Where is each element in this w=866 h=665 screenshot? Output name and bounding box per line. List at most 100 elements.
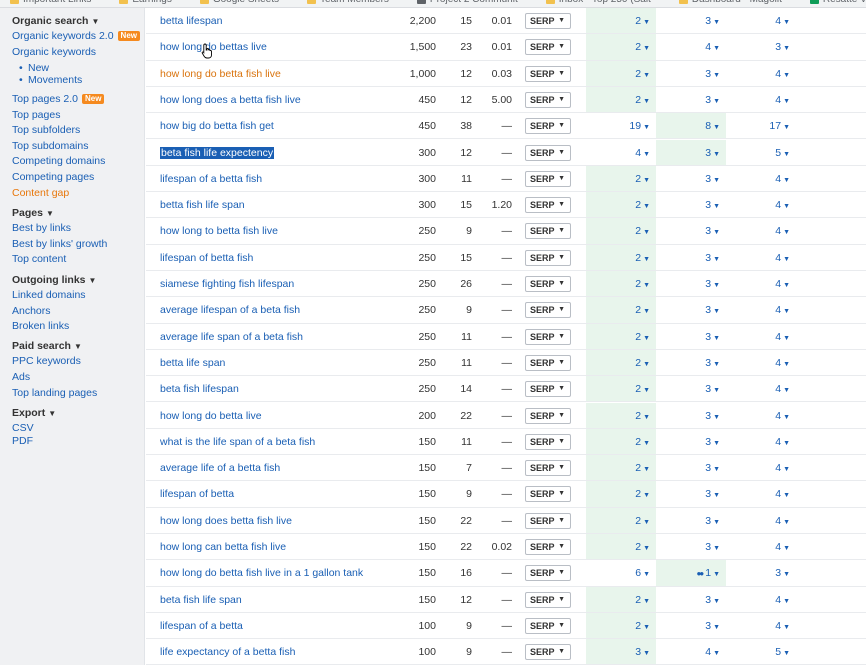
position-p1[interactable]: 2 ▼ [590, 613, 650, 639]
position-p2[interactable]: 3 ▼ [660, 8, 720, 34]
serp-dropdown-button[interactable]: SERP ▼ [525, 91, 571, 108]
bookmark-6[interactable]: Dashboard - Magolit [678, 0, 782, 5]
position-p2[interactable]: 3 ▼ [660, 508, 720, 534]
keyword-link[interactable]: beta fish life expectency [160, 140, 275, 166]
position-p3[interactable]: 4 ▼ [730, 8, 790, 34]
position-p3[interactable]: 4 ▼ [730, 403, 790, 429]
position-p3[interactable]: 4 ▼ [730, 245, 790, 271]
keyword-link[interactable]: lifespan of betta fish [160, 245, 253, 271]
position-p3[interactable]: 4 ▼ [730, 481, 790, 507]
keyword-link[interactable]: beta fish lifespan [160, 376, 239, 402]
bookmark-7[interactable]: Resatte Visa order all [809, 0, 866, 5]
sidebar-item-top-content[interactable]: Top content [12, 253, 66, 266]
position-p3[interactable]: 17 ▼ [730, 113, 790, 139]
position-p3[interactable]: 4 ▼ [730, 166, 790, 192]
serp-dropdown-button[interactable]: SERP ▼ [525, 39, 571, 56]
table-row[interactable]: how long do betta live 200 22 — SERP ▼ 2 ▼ 3 ▼ 4 ▼ [146, 403, 866, 429]
table-row[interactable]: beta fish life span 150 12 — SERP ▼ 2 ▼ 3 ▼ 4 ▼ [146, 587, 866, 613]
serp-dropdown-button[interactable]: SERP ▼ [525, 302, 571, 319]
position-p2[interactable]: 4 ▼ [660, 34, 720, 60]
position-p1[interactable]: 2 ▼ [590, 403, 650, 429]
serp-dropdown-button[interactable]: SERP ▼ [525, 433, 571, 450]
table-row[interactable]: average life of a betta fish 150 7 — SERP ▼ 2 ▼… [146, 455, 866, 482]
position-p3[interactable]: 4 ▼ [730, 508, 790, 534]
table-row[interactable]: how long does a betta fish live 450 12 5.00… [146, 87, 866, 114]
position-p2[interactable]: 3 ▼ [660, 350, 720, 376]
position-p2[interactable]: 3 ▼ [660, 140, 720, 166]
bookmark-5[interactable]: Inbox - Top 250 (Salt [545, 0, 651, 5]
position-p1[interactable]: 3 ▼ [590, 639, 650, 665]
sidebar-item-top-pages-2[interactable]: Top pages 2.0 New [12, 93, 105, 106]
position-p2[interactable]: 3 ▼ [660, 324, 720, 350]
sidebar-item-top-landing-pages[interactable]: Top landing pages [12, 387, 97, 400]
position-p3[interactable]: 4 ▼ [730, 350, 790, 376]
position-p1[interactable]: 2 ▼ [590, 534, 650, 560]
position-p1[interactable]: 2 ▼ [590, 481, 650, 507]
keyword-link[interactable]: lifespan of a betta [160, 613, 243, 639]
keyword-link[interactable]: life expectancy of a betta fish [160, 639, 295, 665]
position-p3[interactable]: 4 ▼ [730, 87, 790, 113]
sidebar-item-ppc-keywords[interactable]: PPC keywords [12, 355, 81, 368]
serp-dropdown-button[interactable]: SERP ▼ [525, 539, 571, 555]
position-p3[interactable]: 4 ▼ [730, 218, 790, 244]
serp-dropdown-button[interactable]: SERP ▼ [525, 223, 571, 240]
keyword-link[interactable]: average lifespan of a beta fish [160, 297, 300, 323]
keyword-link[interactable]: average life of a betta fish [160, 455, 280, 481]
position-p1[interactable]: 2 ▼ [590, 324, 650, 350]
position-p3[interactable]: 5 ▼ [730, 639, 790, 665]
table-row[interactable]: what is the life span of a beta fish 150 1… [146, 429, 866, 456]
sidebar-header-organic-search[interactable]: Organic search ▼ [12, 15, 99, 28]
position-p1[interactable]: 2 ▼ [590, 297, 650, 323]
keyword-link[interactable]: lifespan of betta [160, 481, 234, 507]
position-p2[interactable]: 3 ▼ [660, 192, 720, 218]
keyword-link[interactable]: how long do bettas live [160, 34, 267, 60]
bookmark-3[interactable]: Team Members [307, 0, 389, 5]
position-p1[interactable]: 2 ▼ [590, 429, 650, 455]
sidebar-item-anchors[interactable]: Anchors [12, 305, 51, 318]
position-p3[interactable]: 4 ▼ [730, 271, 790, 297]
bookmark-1[interactable]: Earnings [119, 0, 172, 5]
table-row[interactable]: beta fish lifespan 250 14 — SERP ▼ 2 ▼ 3 ▼ 4 ▼ [146, 376, 866, 403]
position-p2[interactable]: ●● 1 ▼ [660, 560, 720, 586]
table-row[interactable]: beta fish life expectency 300 12 — SERP ▼ 4 ▼ 3 ▼… [146, 140, 866, 166]
sidebar-item-top-pages[interactable]: Top pages [12, 109, 60, 122]
position-p1[interactable]: 2 ▼ [590, 455, 650, 481]
position-p3[interactable]: 4 ▼ [730, 376, 790, 402]
position-p1[interactable]: 2 ▼ [590, 245, 650, 271]
serp-dropdown-button[interactable]: SERP ▼ [525, 460, 571, 477]
position-p3[interactable]: 4 ▼ [730, 455, 790, 481]
keyword-link[interactable]: betta life span [160, 350, 225, 376]
position-p1[interactable]: 2 ▼ [590, 192, 650, 218]
position-p2[interactable]: 3 ▼ [660, 166, 720, 192]
table-row[interactable]: how long to betta fish live 250 9 — SERP ▼ 2 ▼ 3… [146, 218, 866, 245]
table-row[interactable]: betta lifespan 2,200 15 0.01 SERP ▼ 2 ▼ 3 ▼ 4 ▼ [146, 8, 866, 35]
sidebar-item-movements[interactable]: • Movements [19, 74, 82, 87]
bookmark-0[interactable]: Important Links [10, 0, 91, 5]
sidebar-item-organic-keywords-2[interactable]: Organic keywords 2.0 New [12, 30, 140, 43]
position-p1[interactable]: 2 ▼ [590, 376, 650, 402]
position-p3[interactable]: 4 ▼ [730, 192, 790, 218]
position-p3[interactable]: 4 ▼ [730, 297, 790, 323]
sidebar-item-linked-domains[interactable]: Linked domains [12, 289, 86, 302]
serp-dropdown-button[interactable]: SERP ▼ [525, 407, 571, 424]
position-p3[interactable]: 5 ▼ [730, 140, 790, 166]
serp-dropdown-button[interactable]: SERP ▼ [525, 249, 571, 266]
position-p2[interactable]: 4 ▼ [660, 639, 720, 665]
table-row[interactable]: lifespan of betta 150 9 — SERP ▼ 2 ▼ 3 ▼ 4 ▼ [146, 481, 866, 508]
keyword-link[interactable]: how long does betta fish live [160, 508, 292, 534]
table-row[interactable]: how long do betta fish live 1,000 12 0.03 SE… [146, 61, 866, 87]
position-p1[interactable]: 2 ▼ [590, 271, 650, 297]
serp-dropdown-button[interactable]: SERP ▼ [525, 65, 571, 82]
sidebar-item-best-by-links-growth[interactable]: Best by links' growth [12, 238, 107, 251]
position-p2[interactable]: 3 ▼ [660, 87, 720, 113]
keyword-link[interactable]: beta fish life span [160, 587, 242, 613]
sidebar-item-best-by-links[interactable]: Best by links [12, 222, 71, 235]
position-p3[interactable]: 4 ▼ [730, 613, 790, 639]
serp-dropdown-button[interactable]: SERP ▼ [525, 591, 571, 608]
serp-dropdown-button[interactable]: SERP ▼ [525, 644, 571, 661]
serp-dropdown-button[interactable]: SERP ▼ [525, 170, 571, 187]
keyword-link[interactable]: betta fish life span [160, 192, 245, 218]
position-p2[interactable]: 3 ▼ [660, 481, 720, 507]
position-p1[interactable]: 2 ▼ [590, 166, 650, 192]
keyword-link[interactable]: how long does a betta fish live [160, 87, 301, 113]
